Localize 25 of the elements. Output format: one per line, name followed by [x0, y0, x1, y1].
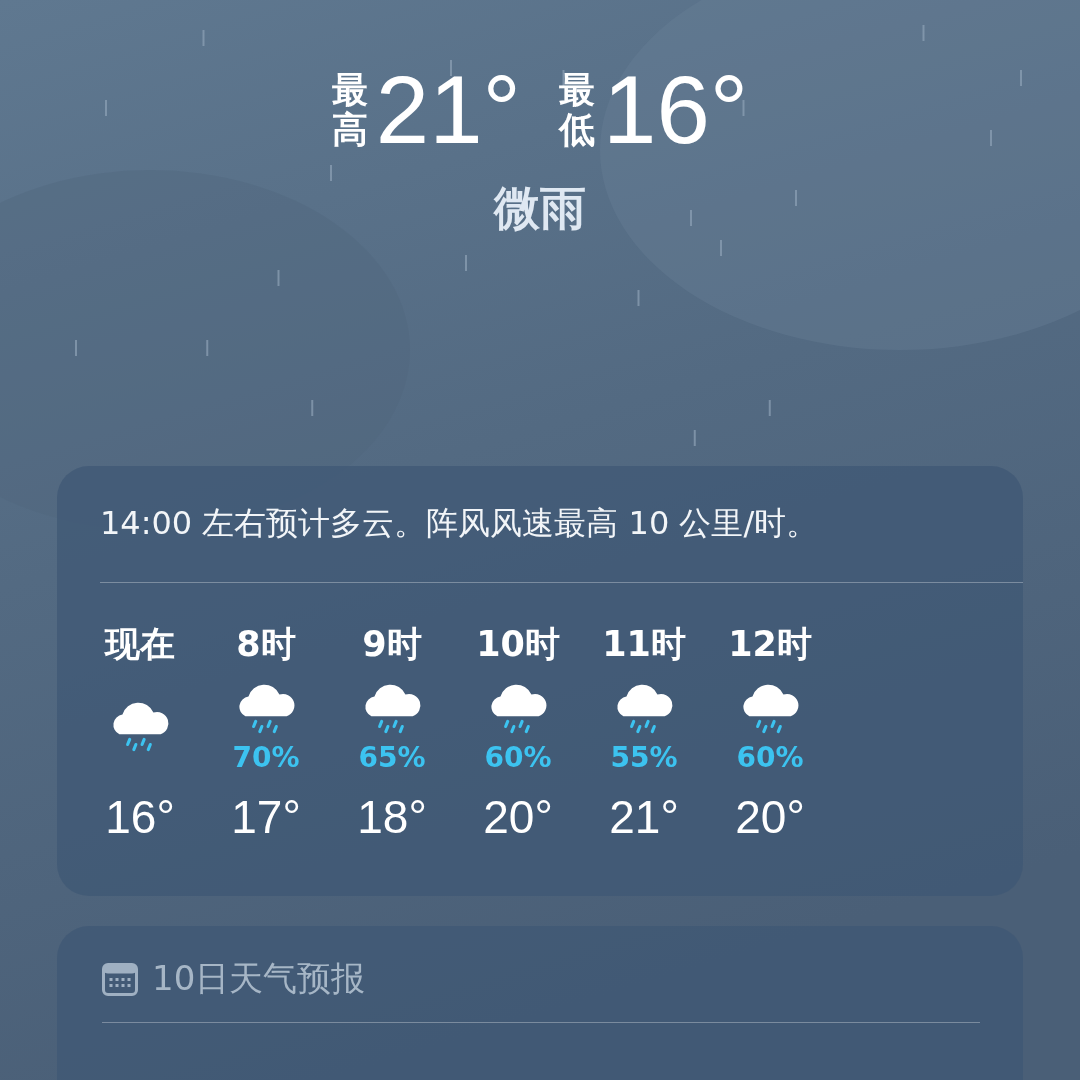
high-temperature: 21° [375, 62, 521, 158]
forecast-summary: 14:00 左右预计多云。阵风风速最高 10 公里/时。 [100, 503, 820, 544]
hour-temperature: 17° [231, 790, 301, 844]
hour-temperature: 21° [609, 790, 679, 844]
precipitation-chance: 60% [736, 741, 804, 774]
precipitation-chance: 65% [358, 741, 426, 774]
low-temperature: 16° [603, 62, 749, 158]
hour-label: 12时 [728, 623, 812, 665]
precipitation-chance: 60% [484, 741, 552, 774]
hour-temperature: 20° [735, 790, 805, 844]
hour-label: 现在 [105, 623, 175, 665]
hour-label: 9时 [362, 623, 422, 665]
hour-temperature: 18° [357, 790, 427, 844]
hour-label: 10时 [476, 623, 560, 665]
high-label: 最高 [331, 70, 368, 150]
hour-label: 8时 [236, 623, 296, 665]
precipitation-chance: 55% [610, 741, 678, 774]
calendar-icon [102, 962, 138, 996]
hour-temperature: 16° [105, 790, 175, 844]
hour-temperature: 20° [483, 790, 553, 844]
section-title: 10日天气预报 [152, 957, 366, 1000]
precipitation-chance: 70% [232, 741, 300, 774]
low-label: 最低 [559, 70, 595, 150]
hour-label: 11时 [602, 623, 686, 665]
condition-text: 微雨 [494, 180, 586, 237]
